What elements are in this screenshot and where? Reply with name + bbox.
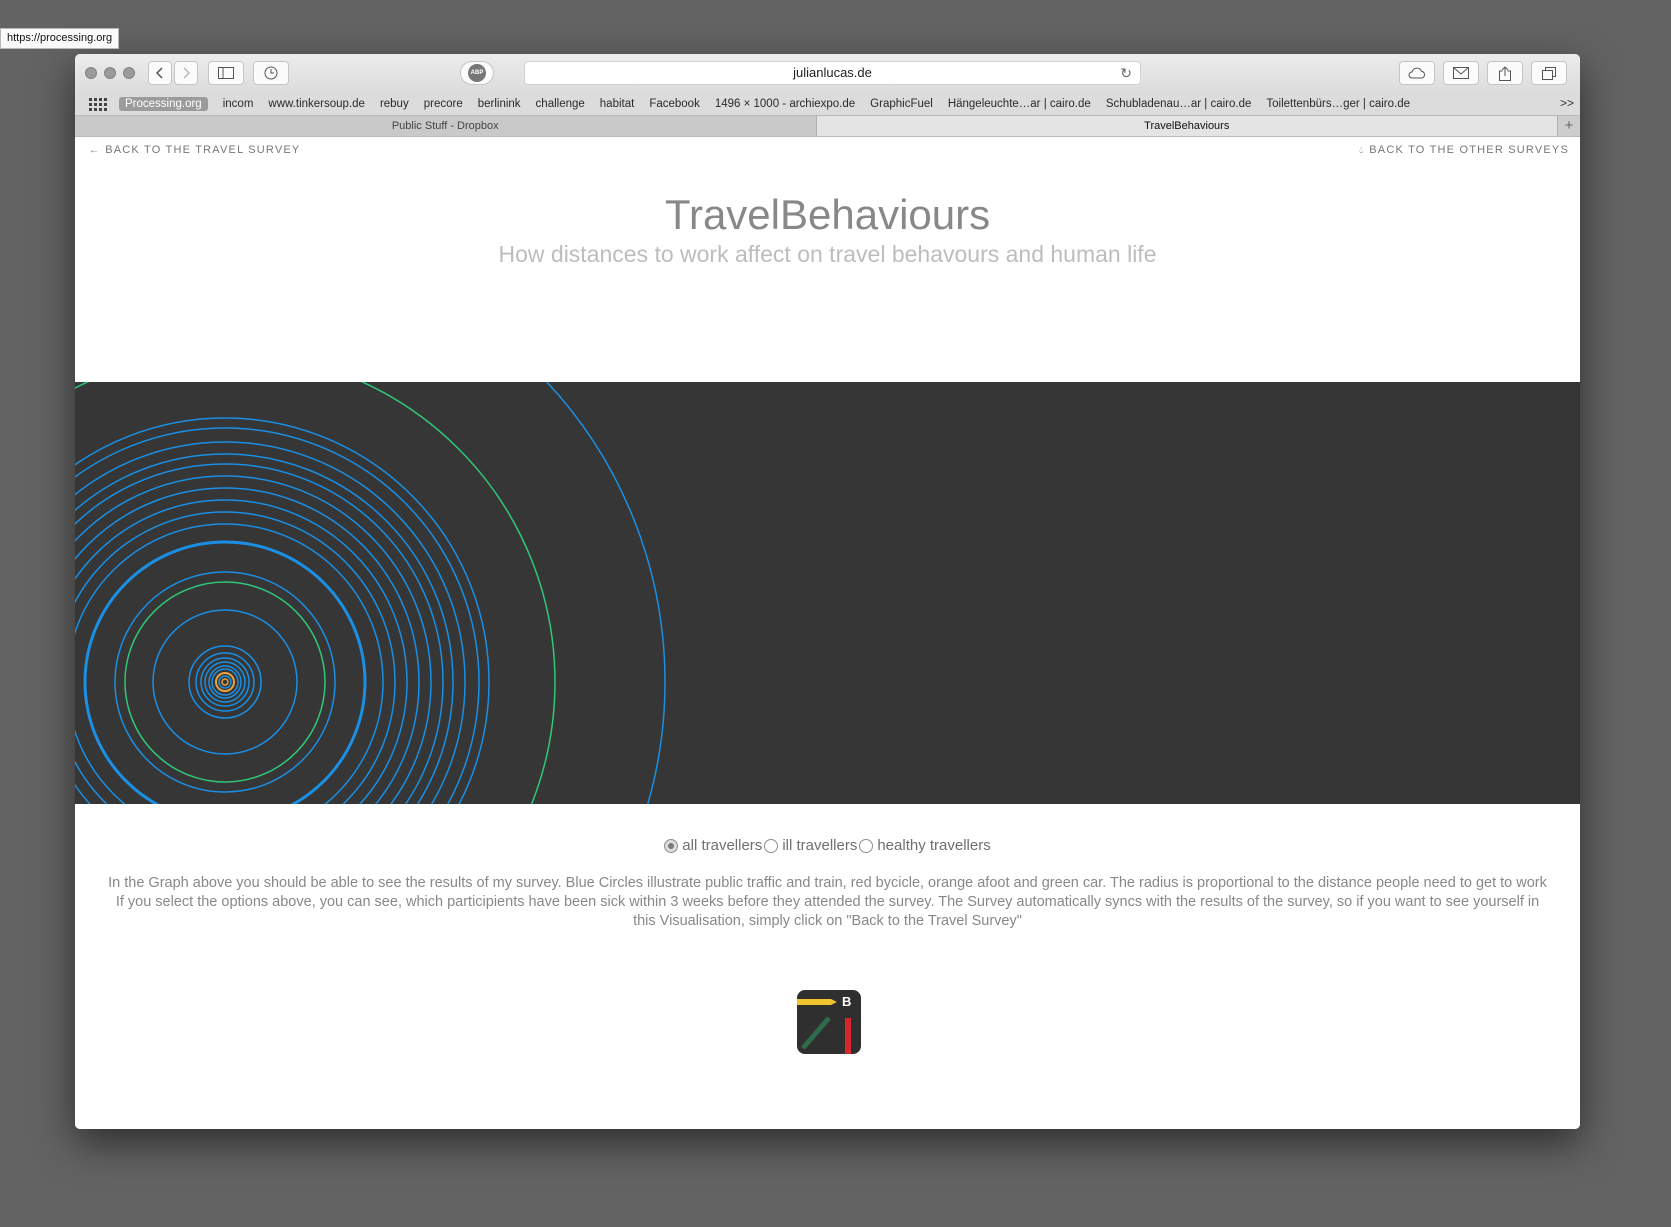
adblock-button[interactable]: ABP [460, 61, 494, 85]
close-window-button[interactable] [85, 67, 97, 79]
zoom-window-button[interactable] [123, 67, 135, 79]
bookmarks-bar: Processing.org incom www.tinkersoup.de r… [75, 93, 1580, 115]
bookmark-tinkersoup[interactable]: www.tinkersoup.de [268, 98, 365, 110]
icloud-button[interactable] [1399, 61, 1435, 85]
app-logo: B [797, 990, 861, 1054]
blue-ring [114, 571, 336, 793]
page-subtitle: How distances to work affect on travel b… [498, 241, 1157, 267]
cloud-icon [1408, 67, 1425, 79]
blue-ring [152, 609, 298, 755]
logo-letter: B [842, 994, 851, 1009]
bookmarks-overflow-button[interactable]: >> [1560, 96, 1574, 110]
travel-circles-graph [75, 382, 1580, 804]
bookmark-schubladen[interactable]: Schubladenau…ar | cairo.de [1106, 98, 1252, 110]
green-ring [124, 581, 326, 783]
blue-ring [75, 499, 408, 804]
tab-bar: Public Stuff - Dropbox TravelBehaviours … [75, 115, 1580, 137]
blue-ring [75, 453, 454, 804]
tabs-icon [1542, 66, 1556, 80]
radio-ill[interactable] [764, 838, 779, 853]
back-to-other-surveys-link[interactable]: 💧︎ BACK TO THE OTHER SURVEYS [1359, 144, 1569, 156]
blue-ring [75, 523, 384, 804]
graph-description: In the Graph above you should be able to… [108, 875, 1547, 929]
logo-icon: B [797, 990, 861, 1054]
page-title: TravelBehaviours [664, 191, 991, 238]
bookmark-rebuy[interactable]: rebuy [380, 98, 409, 110]
arrow-left-icon: ← [89, 145, 101, 156]
orange-ring [221, 678, 229, 686]
bookmark-haengeleuchte[interactable]: Hängeleuchte…ar | cairo.de [948, 98, 1091, 110]
bookmark-berlinink[interactable]: berlinink [478, 98, 521, 110]
back-button[interactable] [148, 61, 172, 85]
grid-icon[interactable] [89, 97, 107, 111]
filter-all-travellers[interactable]: all travellers [664, 837, 762, 854]
filter-healthy-travellers[interactable]: healthy travellers [859, 837, 991, 854]
tabs-overview-button[interactable] [1531, 61, 1567, 85]
mail-button[interactable] [1443, 61, 1479, 85]
bookmark-graphicfuel[interactable]: GraphicFuel [870, 98, 933, 110]
back-to-travel-survey-link[interactable]: ← BACK TO THE TRAVEL SURVEY [89, 144, 300, 156]
history-button[interactable] [253, 61, 289, 85]
chevron-left-icon [155, 67, 163, 79]
bookmark-habitat[interactable]: habitat [600, 98, 635, 110]
blue-ring [208, 665, 242, 699]
radio-healthy[interactable] [859, 838, 874, 853]
share-icon [1499, 65, 1511, 81]
bookmark-processing[interactable]: Processing.org [119, 97, 208, 111]
blue-ring [188, 645, 262, 719]
blue-ring [75, 427, 480, 804]
bookmark-incom[interactable]: incom [223, 98, 254, 110]
sidebar-icon [218, 67, 234, 79]
blue-ring [200, 657, 250, 707]
blue-ring [75, 417, 490, 804]
bookmark-archiexpo[interactable]: 1496 × 1000 - archiexpo.de [715, 98, 855, 110]
new-tab-button[interactable]: + [1558, 116, 1580, 136]
reload-icon[interactable]: ↻ [1120, 62, 1132, 84]
adblock-icon: ABP [468, 64, 486, 82]
blue-ring [75, 511, 396, 804]
forward-button[interactable] [174, 61, 198, 85]
tab-dropbox[interactable]: Public Stuff - Dropbox [75, 116, 817, 136]
share-button[interactable] [1487, 61, 1523, 85]
minimize-window-button[interactable] [104, 67, 116, 79]
back-other-label: BACK TO THE OTHER SURVEYS [1369, 144, 1569, 156]
filter-ill-travellers[interactable]: ill travellers [764, 837, 857, 854]
web-page: ← BACK TO THE TRAVEL SURVEY 💧︎ BACK TO THE… [75, 137, 1580, 1129]
bookmark-toilettenbuerste[interactable]: Toilettenbürs…ger | cairo.de [1266, 98, 1410, 110]
status-url-tooltip: https://processing.org [0, 28, 120, 49]
filter-ill-label: ill travellers [782, 837, 858, 854]
blue-ring [218, 675, 232, 689]
envelope-icon [1453, 67, 1469, 79]
bookmark-challenge[interactable]: challenge [536, 98, 585, 110]
bookmark-facebook[interactable]: Facebook [649, 98, 700, 110]
browser-toolbar: ABP julianlucas.de ↻ [75, 54, 1580, 93]
traveller-filter: all travellers ill travellers healthy tr… [75, 837, 1580, 854]
browser-window: ABP julianlucas.de ↻ Processing.org inco… [75, 54, 1580, 1129]
clock-icon [264, 66, 278, 80]
address-bar[interactable]: julianlucas.de ↻ [524, 61, 1141, 85]
circles-canvas [75, 382, 666, 804]
drop-icon: 💧︎ [1359, 145, 1365, 156]
blue-ring [75, 487, 420, 804]
tab-travelbehaviours[interactable]: TravelBehaviours [816, 116, 1558, 136]
back-travel-label: BACK TO THE TRAVEL SURVEY [105, 144, 301, 156]
blue-ring [204, 661, 246, 703]
bookmark-precore[interactable]: precore [424, 98, 463, 110]
sidebar-toggle-button[interactable] [208, 61, 244, 85]
filter-healthy-label: healthy travellers [877, 837, 991, 854]
chevron-right-icon [183, 67, 191, 79]
radio-all[interactable] [664, 838, 679, 853]
filter-all-label: all travellers [682, 837, 763, 854]
address-host: julianlucas.de [793, 65, 872, 80]
